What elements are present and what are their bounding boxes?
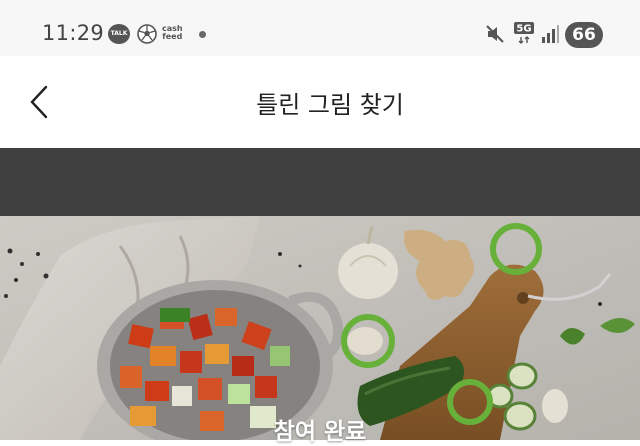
cashfeed-line2: feed xyxy=(162,32,183,41)
participation-complete-label: 참여 완료 xyxy=(273,419,367,445)
network-5g-icon: 5G xyxy=(514,22,534,44)
page-title: 틀린 그림 찾기 xyxy=(256,91,404,119)
network-label: 5G xyxy=(516,24,531,35)
status-time: 11:29 xyxy=(42,21,105,45)
soccer-ball-icon xyxy=(137,24,157,44)
signal-strength-icon xyxy=(542,25,559,43)
mute-icon xyxy=(486,25,504,43)
kakaotalk-icon: TALK xyxy=(108,24,130,44)
spot-the-difference-image[interactable] xyxy=(0,216,640,440)
status-bar: 11:29 TALK cash feed 5G 66 xyxy=(0,0,640,56)
cashfeed-icon: cash feed xyxy=(162,25,183,41)
game-top-banner xyxy=(0,148,640,216)
battery-indicator: 66 xyxy=(565,22,603,48)
notification-dot-icon xyxy=(199,31,206,38)
